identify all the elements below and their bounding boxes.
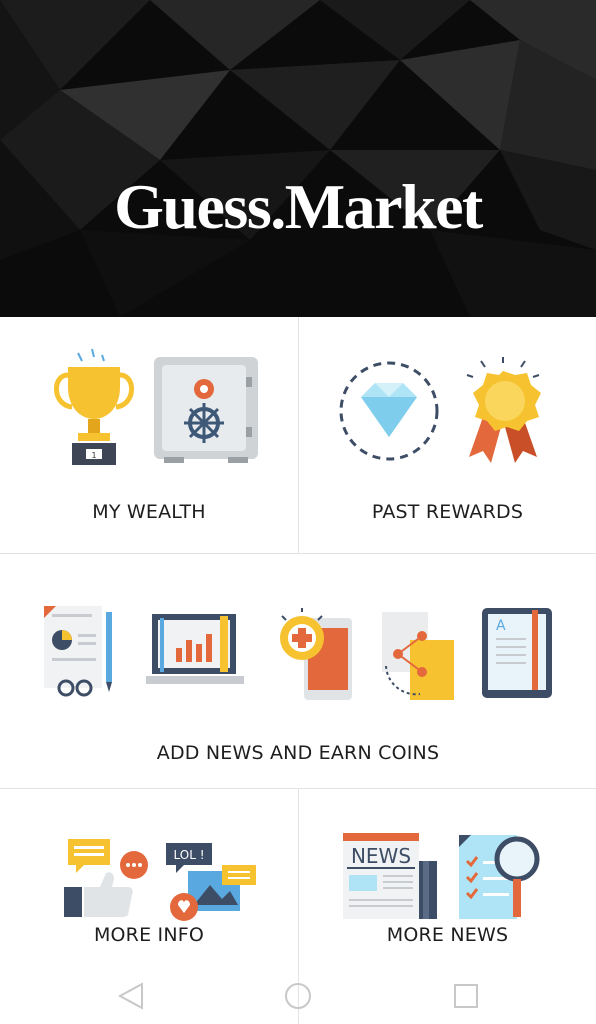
home-icon[interactable] <box>280 978 316 1014</box>
award-badge-icon <box>466 357 541 463</box>
past-rewards-tile[interactable]: PAST REWARDS <box>299 317 596 553</box>
more-news-tile[interactable]: NEWS MORE NEWS <box>299 789 596 969</box>
trophy-icon: 1 <box>54 348 134 465</box>
svg-text:LOL !: LOL ! <box>173 848 204 862</box>
app-logo: Guess.Market <box>114 171 483 242</box>
chat-like-icon <box>64 839 148 917</box>
newspaper-icon: NEWS <box>343 833 437 919</box>
checklist-search-icon <box>459 835 540 919</box>
svg-text:A: A <box>496 618 506 634</box>
safe-icon <box>154 357 258 463</box>
tablet-icon: A <box>482 608 552 698</box>
report-document-icon <box>44 606 112 697</box>
lol-media-icon: LOL ! <box>166 843 256 921</box>
divider <box>298 317 299 553</box>
diamond-icon <box>339 361 439 461</box>
header-banner: Guess.Market <box>0 0 596 317</box>
add-news-label: ADD NEWS AND EARN COINS <box>156 742 440 764</box>
add-news-tile[interactable]: A ADD NEWS AND EARN COINS <box>0 554 596 788</box>
svg-text:1: 1 <box>91 451 96 460</box>
share-document-icon <box>382 612 454 700</box>
back-icon[interactable] <box>114 978 150 1014</box>
navigation-bar <box>0 968 596 1024</box>
my-wealth-label: MY WEALTH <box>92 501 206 523</box>
my-wealth-tile[interactable]: 1 MY WEALTH <box>0 317 298 553</box>
recents-icon[interactable] <box>448 978 484 1014</box>
laptop-chart-icon <box>146 614 244 684</box>
menu-grid: 1 MY WEALTH PAST REWARDS A ADD NEWS AND … <box>0 317 596 1024</box>
more-info-label: MORE INFO <box>93 924 205 946</box>
more-info-tile[interactable]: LOL ! MORE INFO <box>0 789 298 969</box>
phone-health-icon <box>280 608 352 700</box>
svg-text:NEWS: NEWS <box>351 844 411 868</box>
past-rewards-label: PAST REWARDS <box>371 501 524 523</box>
polygon-background <box>0 0 596 317</box>
more-news-label: MORE NEWS <box>386 924 509 946</box>
